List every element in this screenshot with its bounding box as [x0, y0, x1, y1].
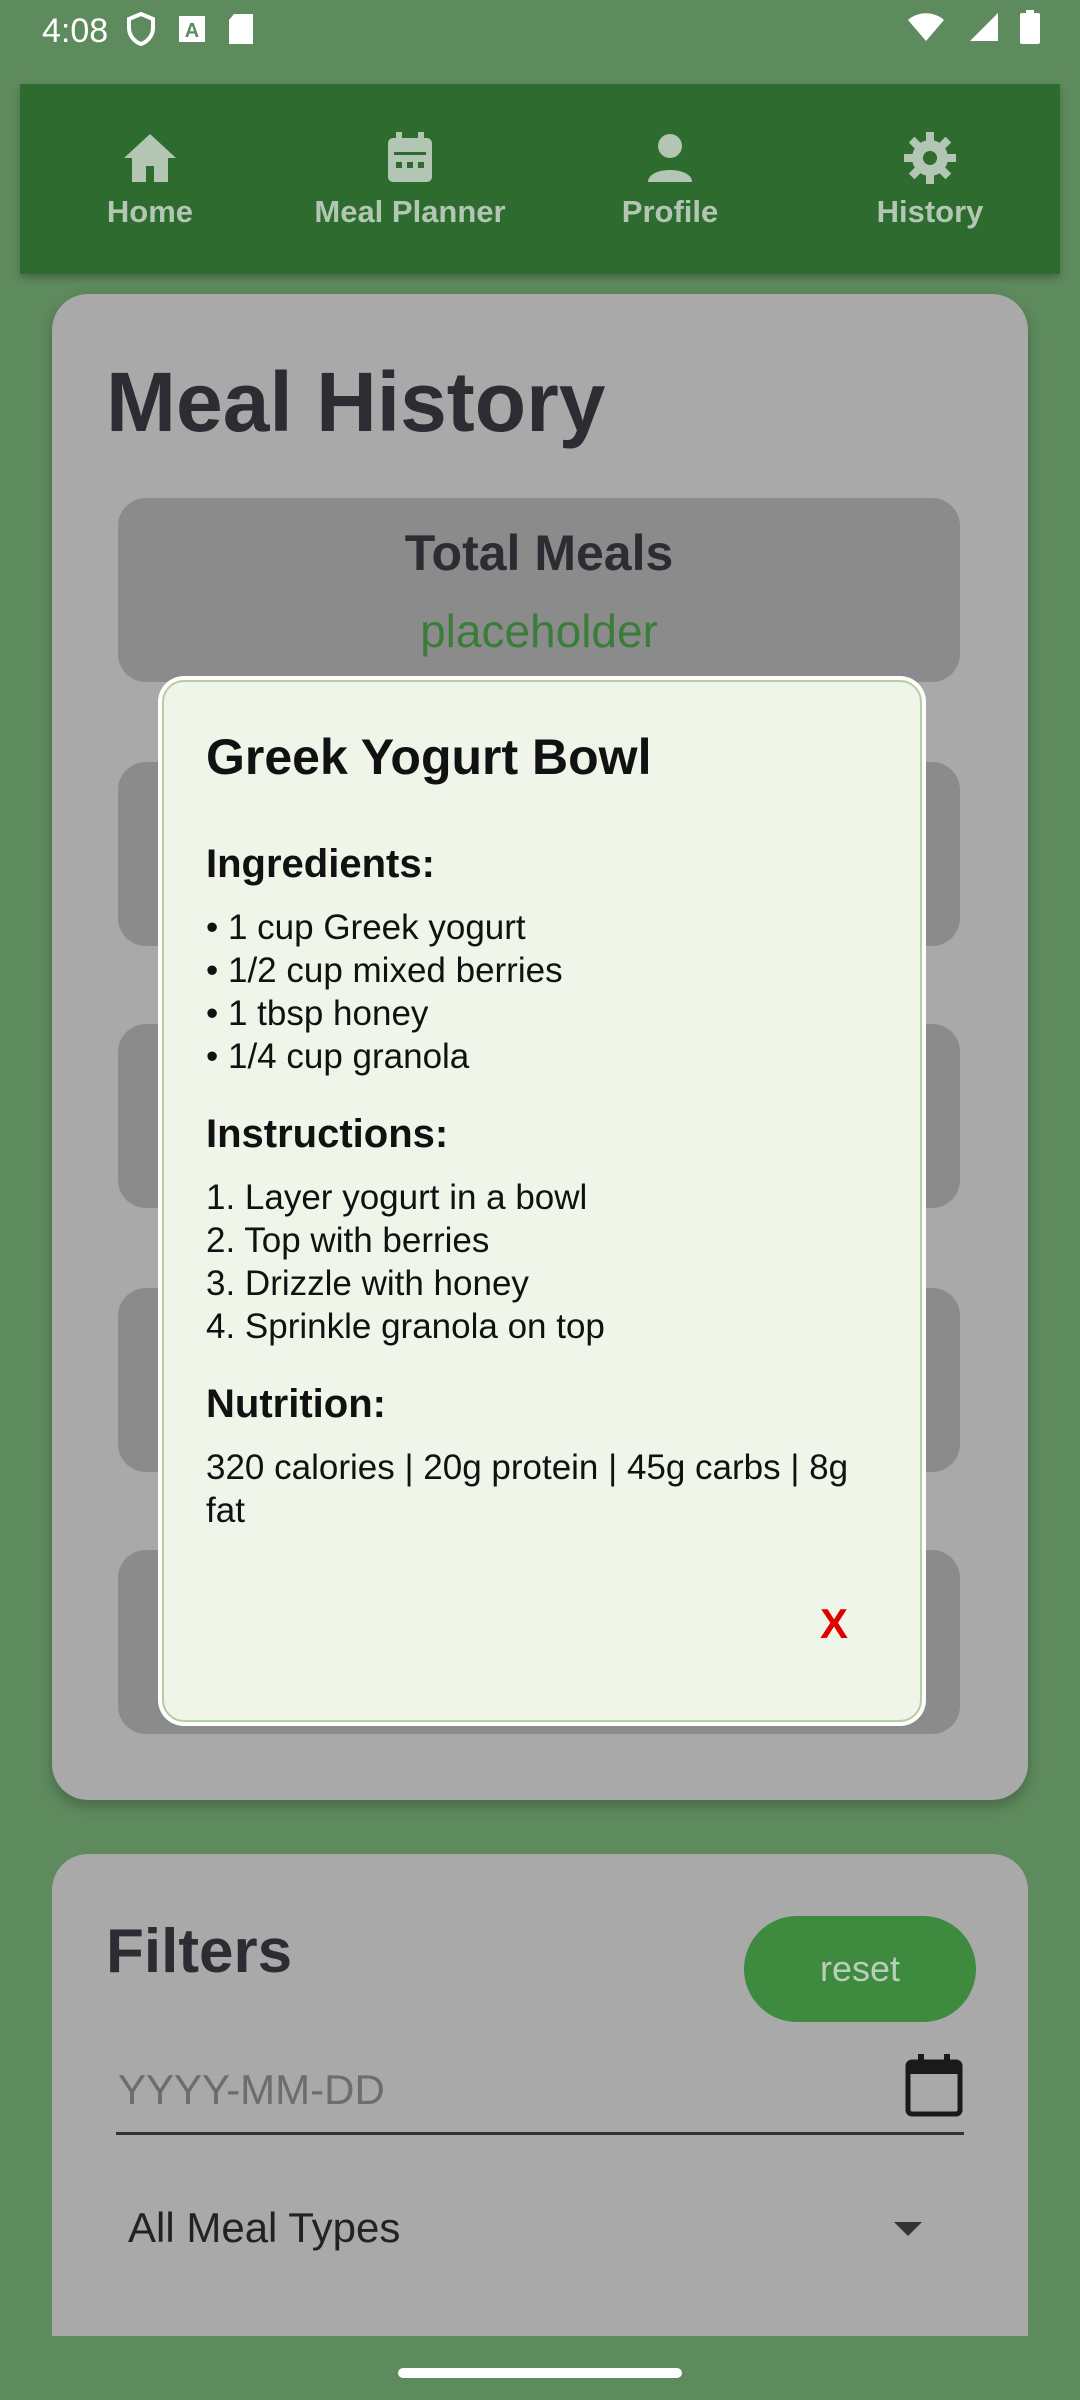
ingredients-heading: Ingredients: [206, 842, 435, 886]
instruction-item: 1. Layer yogurt in a bowl [206, 1178, 588, 1217]
instructions-list: 1. Layer yogurt in a bowl 2. Top with be… [206, 1176, 605, 1348]
ingredient-item: • 1/4 cup granola [206, 1037, 470, 1076]
nutrition-heading: Nutrition: [206, 1382, 386, 1426]
ingredient-item: • 1 tbsp honey [206, 994, 429, 1033]
instruction-item: 4. Sprinkle granola on top [206, 1307, 605, 1346]
instruction-item: 3. Drizzle with honey [206, 1264, 529, 1303]
recipe-dialog: Greek Yogurt Bowl Ingredients: • 1 cup G… [162, 680, 922, 1722]
instruction-item: 2. Top with berries [206, 1221, 490, 1260]
ingredients-list: • 1 cup Greek yogurt • 1/2 cup mixed ber… [206, 906, 563, 1078]
nutrition-text: 320 calories | 20g protein | 45g carbs |… [206, 1448, 849, 1530]
ingredient-item: • 1 cup Greek yogurt [206, 908, 526, 947]
recipe-title: Greek Yogurt Bowl [206, 729, 652, 785]
ingredient-item: • 1/2 cup mixed berries [206, 951, 563, 990]
close-button[interactable]: X [804, 1594, 864, 1654]
instructions-heading: Instructions: [206, 1112, 449, 1156]
